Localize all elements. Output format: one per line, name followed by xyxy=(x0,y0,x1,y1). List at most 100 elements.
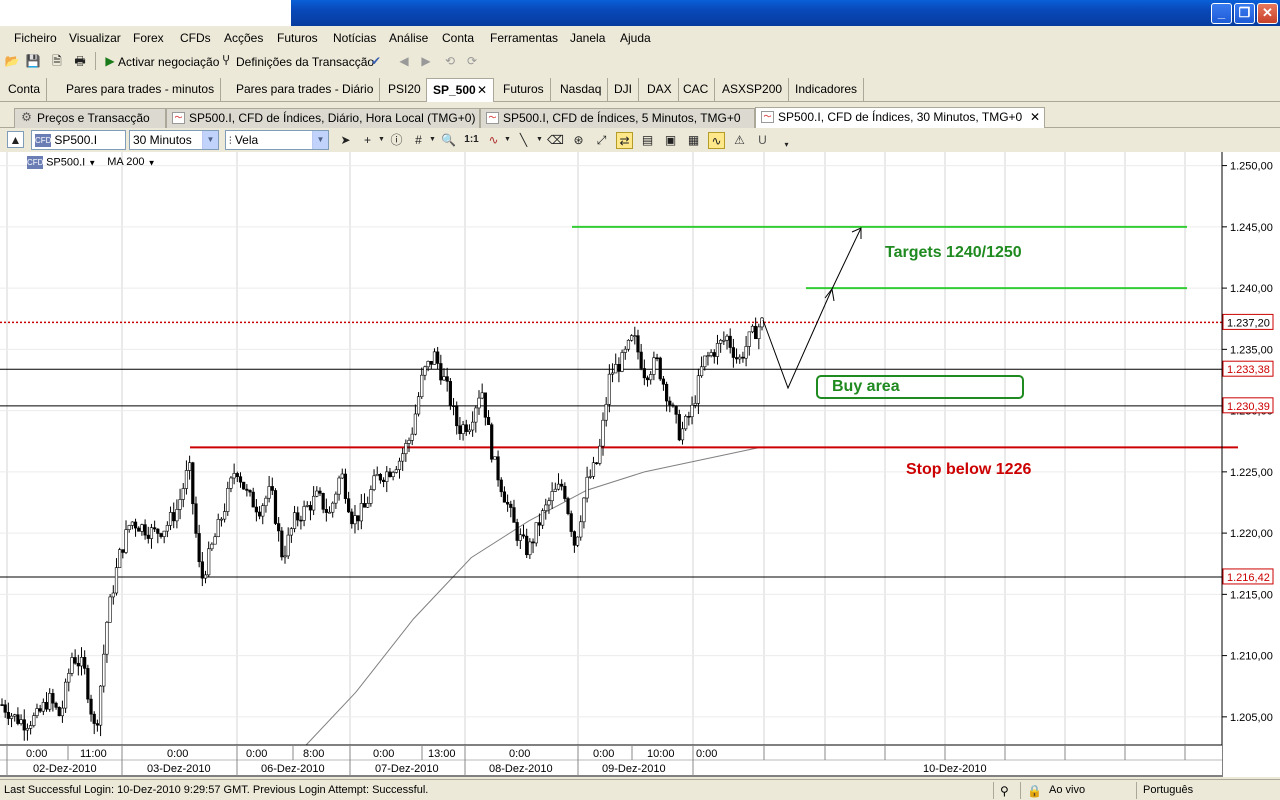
copy-chart-icon[interactable]: ▣ xyxy=(662,132,679,149)
save-all-icon[interactable]: 🗎 xyxy=(49,53,65,69)
template-icon[interactable]: ⊛ xyxy=(570,132,587,149)
save-chart-icon[interactable]: ▦ xyxy=(685,132,702,149)
candle-body xyxy=(432,351,437,365)
window-tab-30min[interactable]: 〜 SP500.I, CFD de Índices, 30 Minutos, T… xyxy=(755,107,1045,128)
tab-futuros[interactable]: Futuros xyxy=(497,78,551,101)
tab-pares-minutos[interactable]: Pares para trades - minutos xyxy=(60,78,222,101)
candle-body xyxy=(728,335,732,348)
candle-body xyxy=(194,503,198,534)
menu-item-ferramentas[interactable]: Ferramentas xyxy=(490,31,558,45)
auto-scroll-icon[interactable]: ⇄ xyxy=(616,132,633,149)
check-icon[interactable]: ✔ xyxy=(368,53,384,69)
drawing-layer xyxy=(762,227,862,390)
save-icon[interactable]: 💾 xyxy=(25,53,41,69)
close-window-tab-icon[interactable]: ✕ xyxy=(1030,108,1040,127)
chevron-down-icon[interactable]: ▼ xyxy=(424,132,441,149)
tab-nasdaq[interactable]: Nasdaq xyxy=(554,78,609,101)
connection-icon: ⚲ xyxy=(1000,784,1009,798)
info-icon[interactable]: ⓘ xyxy=(388,132,405,149)
menu-item-noticias[interactable]: Notícias xyxy=(333,31,376,45)
menu-item-ficheiro[interactable]: Ficheiro xyxy=(14,31,57,45)
candle-body xyxy=(0,704,4,706)
candle-body xyxy=(623,348,627,353)
timeframe-select[interactable]: 30 Minutos ▼ xyxy=(129,130,219,150)
legend-symbol[interactable]: SP500.I xyxy=(46,156,85,168)
candle-body xyxy=(423,366,427,376)
one-to-one-icon[interactable]: 1:1 xyxy=(463,132,480,149)
language-status[interactable]: Português xyxy=(1143,784,1193,796)
candle-body xyxy=(261,505,265,517)
candle-body xyxy=(44,702,49,710)
menu-item-ajuda[interactable]: Ajuda xyxy=(620,31,651,45)
chevron-down-icon[interactable]: ▼ xyxy=(499,132,516,149)
open-icon[interactable]: 📂 xyxy=(4,53,20,69)
ma200-layer xyxy=(297,446,761,754)
menu-item-cfds[interactable]: CFDs xyxy=(180,31,211,45)
menu-item-conta[interactable]: Conta xyxy=(442,31,474,45)
menu-item-visualizar[interactable]: Visualizar xyxy=(69,31,121,45)
chart-style-select[interactable]: ⫶ Vela ▼ xyxy=(225,130,329,150)
cursor-icon[interactable]: ➤ xyxy=(337,132,354,149)
tab-asxsp200[interactable]: ASXSP200 xyxy=(716,78,790,101)
candle-body xyxy=(741,356,745,359)
menu-item-analise[interactable]: Análise xyxy=(389,31,428,45)
candle-body xyxy=(302,506,306,521)
candle-body xyxy=(575,536,580,546)
tab-psi20[interactable]: PSI20 xyxy=(382,78,428,101)
chevron-down-icon[interactable]: ▼ xyxy=(531,132,548,149)
candle-body xyxy=(114,567,119,594)
sync-icon[interactable]: ⟳ xyxy=(464,53,480,69)
candle-body xyxy=(630,335,634,341)
candle-body xyxy=(757,326,761,340)
menu-item-forex[interactable]: Forex xyxy=(133,31,164,45)
legend-indicator[interactable]: MA 200 xyxy=(107,156,144,168)
candle-body xyxy=(696,375,701,404)
buy-area-box: Buy area xyxy=(816,375,1024,399)
minimize-button[interactable]: _ xyxy=(1211,3,1232,24)
menu-item-janela[interactable]: Janela xyxy=(570,31,605,45)
print-icon[interactable]: 🖶 xyxy=(72,53,88,69)
tab-conta[interactable]: Conta xyxy=(2,78,48,101)
time-label: 8:00 xyxy=(303,748,324,760)
window-tab-precos[interactable]: ⚙ Preços e Transacção xyxy=(14,108,166,128)
symbol-input[interactable]: CFD SP500.I xyxy=(31,130,126,150)
candle-body xyxy=(38,708,42,712)
menu-item-futuros[interactable]: Futuros xyxy=(277,31,318,45)
chart-area[interactable]: 1.250,001.245,001.240,001.235,001.230,00… xyxy=(0,152,1280,777)
menu-item-accoes[interactable]: Acções xyxy=(224,31,263,45)
activate-trading-button[interactable]: Activar negociação xyxy=(118,55,219,69)
chart-icon: 〜 xyxy=(486,112,499,124)
magnet-icon[interactable]: U xyxy=(754,132,771,149)
chevron-down-icon[interactable]: ▼ xyxy=(148,158,156,167)
alert-icon[interactable]: ⚠ xyxy=(731,132,748,149)
zoom-icon[interactable]: 🔍 xyxy=(440,132,457,149)
chevron-down-icon[interactable]: ▼ xyxy=(88,158,96,167)
line-tool-icon[interactable]: ╲ xyxy=(515,132,532,149)
window-tab-diario[interactable]: 〜 SP500.I, CFD de Índices, Diário, Hora … xyxy=(166,108,480,128)
eraser-icon[interactable]: ⌫ xyxy=(547,132,564,149)
maximize-button[interactable]: ❐ xyxy=(1234,3,1255,24)
tab-dji[interactable]: DJI xyxy=(608,78,639,101)
price-chart[interactable]: 1.250,001.245,001.240,001.235,001.230,00… xyxy=(0,152,1280,777)
close-button[interactable]: ✕ xyxy=(1257,3,1278,24)
back-arrow-icon[interactable]: ◀ xyxy=(396,53,412,69)
candle-body xyxy=(680,428,685,441)
candle-body xyxy=(140,524,144,532)
window-tab-5min[interactable]: 〜 SP500.I, CFD de Índices, 5 Minutos, TM… xyxy=(480,108,755,128)
candle-body xyxy=(210,543,214,550)
tab-dax[interactable]: DAX xyxy=(641,78,679,101)
collapse-icon[interactable]: ▲ xyxy=(7,131,24,148)
transaction-settings-button[interactable]: Definições da Transacção xyxy=(236,55,374,69)
tab-sp500[interactable]: SP_500 ✕ xyxy=(426,78,494,102)
wave-icon[interactable]: ∿ xyxy=(708,132,725,149)
tab-cac[interactable]: CAC xyxy=(677,78,716,101)
tab-pares-diario[interactable]: Pares para trades - Diário xyxy=(230,78,381,101)
candle-body xyxy=(712,352,716,357)
forward-arrow-icon[interactable]: ▶ xyxy=(418,53,434,69)
refresh-icon[interactable]: ⟲ xyxy=(442,53,458,69)
chart-icon: 〜 xyxy=(761,111,774,123)
tab-indicadores[interactable]: Indicadores xyxy=(789,78,865,101)
close-tab-icon[interactable]: ✕ xyxy=(477,79,487,102)
trade-icon[interactable]: ⤢ xyxy=(593,132,610,149)
compare-icon[interactable]: ▤ xyxy=(639,132,656,149)
